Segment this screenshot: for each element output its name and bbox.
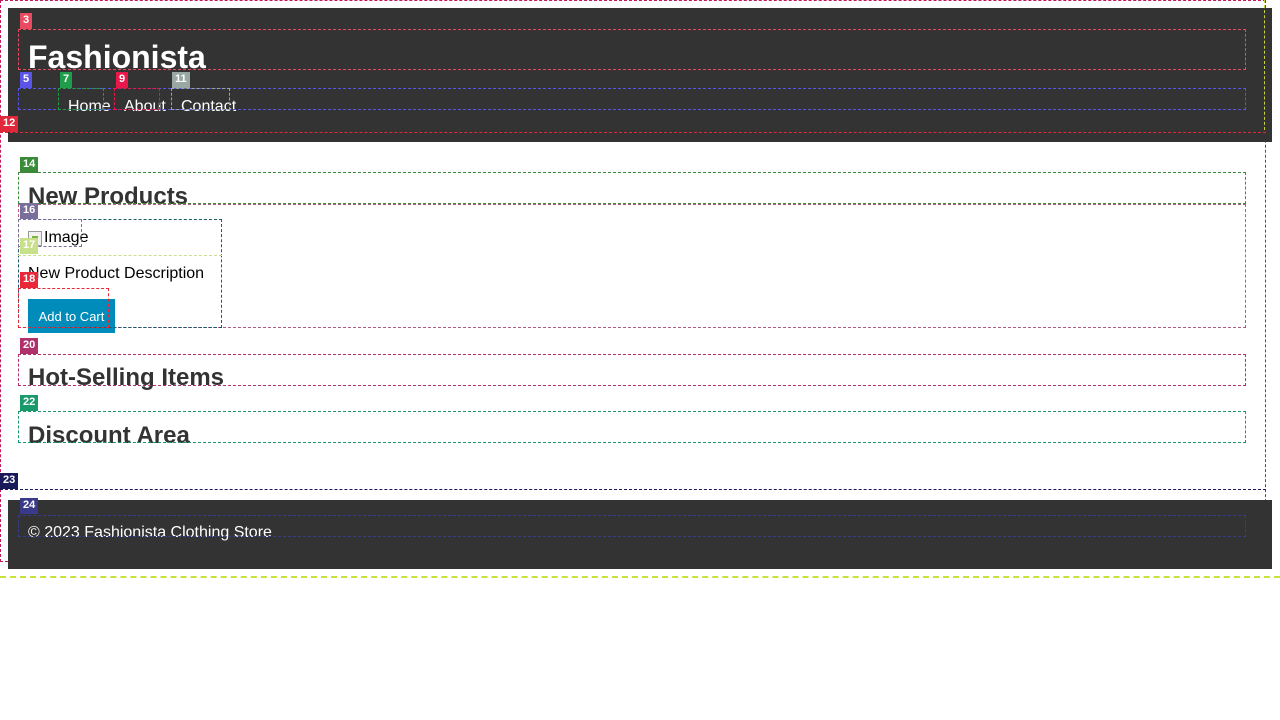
overlay-box-17 xyxy=(18,255,222,256)
overlay-tag: 12 xyxy=(0,116,19,132)
overlay-box-23 xyxy=(0,489,1266,491)
overlay-tag: 22 xyxy=(20,395,39,411)
product-description: New Product Description xyxy=(28,265,205,282)
nav-link-contact[interactable]: Contact xyxy=(181,98,236,116)
overlay-tag: 20 xyxy=(20,338,39,354)
site-title: Fashionista xyxy=(28,39,206,75)
overlay-tag: 5 xyxy=(20,72,33,88)
overlay-tag: 23 xyxy=(0,473,19,489)
new-products-heading: New Products xyxy=(28,183,189,210)
product-image-alt: Image xyxy=(44,229,89,246)
overlay-box-14 xyxy=(18,172,1246,204)
overlay-tag: 11 xyxy=(172,72,190,88)
overlay-box-22 xyxy=(18,411,1246,443)
overlay-tag: 17 xyxy=(20,238,39,254)
overlay-tag: 24 xyxy=(20,498,39,514)
overlay-tag: 7 xyxy=(60,72,73,88)
hot-selling-heading: Hot-Selling Items xyxy=(28,364,225,391)
footer-copyright: © 2023 Fashionista Clothing Store xyxy=(28,524,272,541)
overlay-tag: 16 xyxy=(20,203,39,219)
overlay-tag: 14 xyxy=(20,157,39,173)
overlay-tag: 18 xyxy=(20,272,39,288)
add-to-cart-button[interactable]: Add to Cart xyxy=(28,299,115,333)
overlay-tag: 9 xyxy=(116,72,129,88)
discount-heading: Discount Area xyxy=(28,422,190,449)
nav-link-about[interactable]: About xyxy=(124,98,166,116)
overlay-tag: 3 xyxy=(20,13,33,29)
nav-link-home[interactable]: Home xyxy=(68,98,111,116)
